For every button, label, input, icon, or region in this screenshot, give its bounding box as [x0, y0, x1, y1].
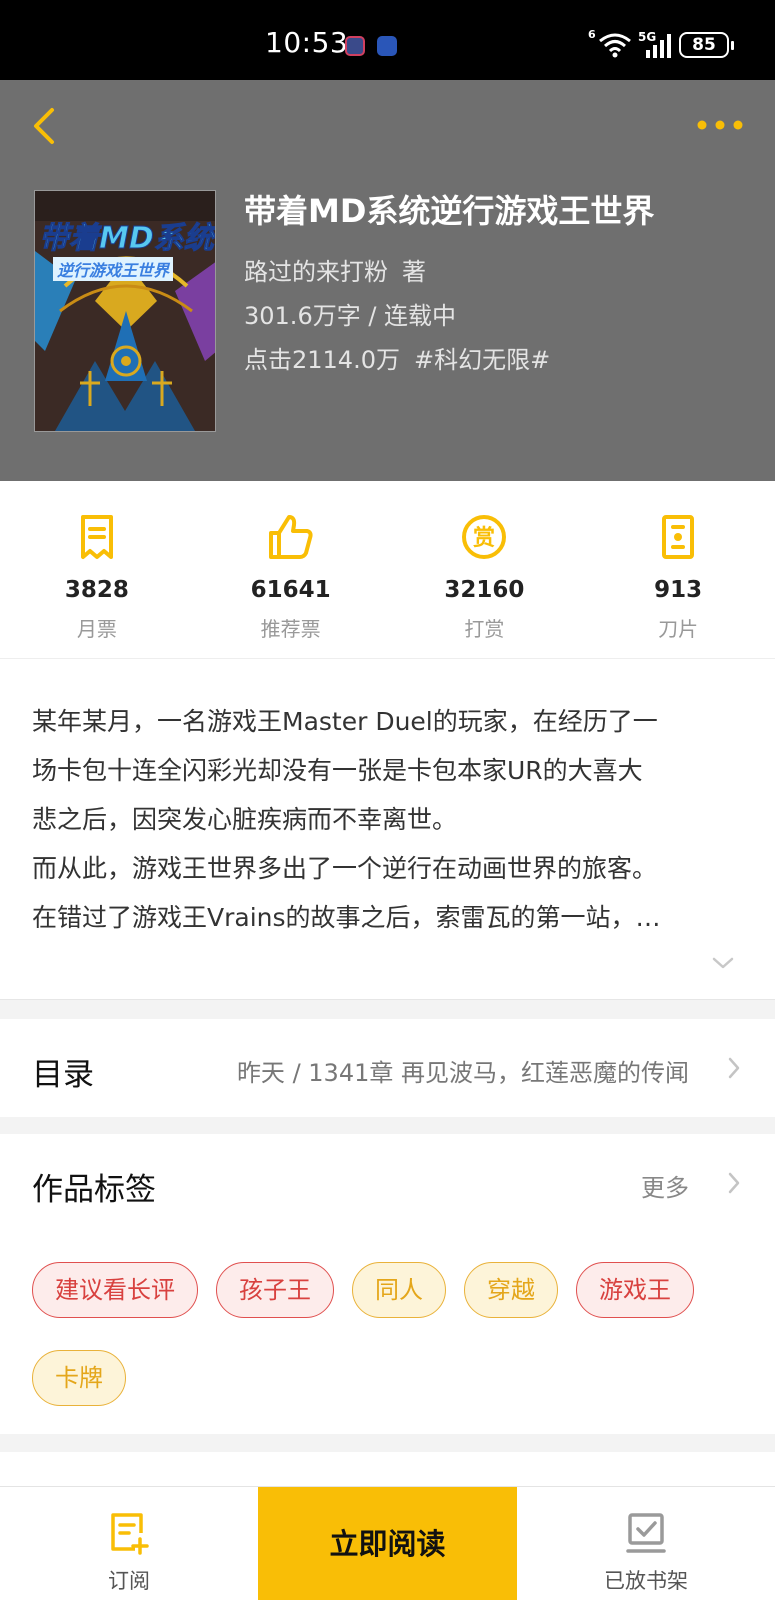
- network-number: 6: [588, 28, 596, 41]
- cover-title: 带着MD系统: [39, 221, 215, 257]
- tag-list: 建议看长评 孩子王 同人 穿越 游戏王 卡牌: [32, 1262, 752, 1406]
- stat-reward[interactable]: 赏 32160 打赏: [388, 481, 582, 658]
- latest-chapter: 昨天 / 1341章 再见波马，红莲恶魔的传闻: [236, 1059, 689, 1087]
- stat-value: 913: [654, 577, 703, 603]
- stat-value: 61641: [250, 577, 331, 603]
- book-author-line: 路过的来打粉著: [244, 252, 426, 287]
- stat-recommend-ticket[interactable]: 61641 推荐票: [194, 481, 388, 658]
- chevron-right-icon[interactable]: [727, 1171, 741, 1195]
- signal-icon: [646, 34, 671, 58]
- book-clicks: 点击2114.0万: [244, 346, 400, 374]
- book-clicks-line: 点击2114.0万 #科幻无限#: [244, 340, 550, 375]
- app-notification-icon: [345, 36, 365, 56]
- status-bar: 10:53 6 5G 85: [0, 0, 775, 80]
- tag-chip[interactable]: 孩子王: [216, 1262, 334, 1318]
- book-cover[interactable]: 带着MD系统 逆行游戏王世界: [34, 190, 216, 432]
- catalog-row[interactable]: 目录 昨天 / 1341章 再见波马，红莲恶魔的传闻: [0, 1019, 775, 1117]
- stat-label: 打赏: [464, 617, 505, 641]
- chevron-left-icon: [34, 108, 54, 144]
- stat-label: 刀片: [658, 617, 699, 641]
- tag-chip[interactable]: 游戏王: [576, 1262, 694, 1318]
- stat-label: 推荐票: [260, 617, 321, 641]
- more-dots-icon: [697, 120, 743, 130]
- monthly-ticket-icon: [80, 515, 113, 559]
- battery-indicator: 85: [679, 32, 734, 58]
- section-divider: [0, 999, 775, 1019]
- status-time: 10:53: [265, 26, 349, 59]
- section-divider: [0, 1117, 775, 1134]
- tag-chip[interactable]: 同人: [352, 1262, 446, 1318]
- back-button[interactable]: [26, 102, 66, 150]
- subscribe-button[interactable]: 订阅: [0, 1487, 258, 1600]
- reward-coin-icon: 赏: [462, 515, 507, 559]
- svg-text:赏: 赏: [473, 526, 495, 551]
- stat-monthly-ticket[interactable]: 3828 月票: [0, 481, 194, 658]
- bookshelf-button[interactable]: 已放书架: [517, 1487, 775, 1600]
- bookshelf-label: 已放书架: [604, 1569, 688, 1593]
- bookshelf-check-icon: [626, 1513, 666, 1553]
- stat-label: 月票: [76, 617, 117, 641]
- chevron-right-icon: [728, 1057, 740, 1079]
- chevron-down-icon: [712, 957, 734, 969]
- read-now-button[interactable]: 立即阅读: [258, 1487, 517, 1600]
- stat-blade[interactable]: 913 刀片: [581, 481, 775, 658]
- catalog-title: 目录: [32, 1057, 94, 1093]
- cover-subtitle: 逆行游戏王世界: [53, 257, 174, 281]
- author-suffix: 著: [402, 258, 426, 286]
- synopsis-line: 在错过了游戏王Vrains的故事之后，索雷瓦的第一站，…: [32, 903, 661, 932]
- synopsis-line: 场卡包十连全闪彩光却没有一张是卡包本家UR的大喜大: [32, 756, 643, 785]
- stat-value: 32160: [444, 577, 525, 603]
- expand-synopsis-button[interactable]: [711, 955, 735, 971]
- tag-chip[interactable]: 穿越: [464, 1262, 558, 1318]
- blade-card-icon: [662, 515, 695, 559]
- book-author[interactable]: 路过的来打粉: [244, 258, 388, 286]
- book-title: 带着MD系统逆行游戏王世界: [244, 192, 655, 230]
- synopsis-line: 悲之后，因突发心脏疾病而不幸离世。: [32, 805, 458, 834]
- subscribe-icon: [111, 1513, 149, 1555]
- bottom-action-bar: 订阅 立即阅读 已放书架: [0, 1486, 775, 1600]
- thumbs-up-icon: [268, 515, 313, 559]
- stat-value: 3828: [64, 577, 129, 603]
- book-category[interactable]: #科幻无限#: [414, 346, 550, 374]
- more-options-button[interactable]: [695, 112, 745, 138]
- tag-chip[interactable]: 卡牌: [32, 1350, 126, 1406]
- wifi-icon: [599, 33, 631, 58]
- book-header: 带着MD系统 逆行游戏王世界 带着MD系统逆行游戏王世界 路过的来打粉著 301…: [0, 80, 775, 481]
- book-word-count-status: 301.6万字 / 连载中: [244, 302, 457, 330]
- app-notification-icon: [377, 36, 397, 56]
- synopsis-text: 某年某月，一名游戏王Master Duel的玩家，在经历了一 场卡包十连全闪彩光…: [32, 697, 745, 942]
- subscribe-label: 订阅: [108, 1569, 150, 1593]
- tag-chip[interactable]: 建议看长评: [32, 1262, 198, 1318]
- tags-more-link[interactable]: 更多: [641, 1168, 689, 1203]
- tags-section: 作品标签 更多 建议看长评 孩子王 同人 穿越 游戏王 卡牌: [0, 1134, 775, 1434]
- synopsis[interactable]: 某年某月，一名游戏王Master Duel的玩家，在经历了一 场卡包十连全闪彩光…: [0, 659, 775, 999]
- section-divider: [0, 1434, 775, 1452]
- synopsis-line: 某年某月，一名游戏王Master Duel的玩家，在经历了一: [32, 707, 658, 736]
- synopsis-line: 而从此，游戏王世界多出了一个逆行在动画世界的旅客。: [32, 854, 658, 883]
- tags-title: 作品标签: [32, 1172, 156, 1208]
- stats-row: 3828 月票 61641 推荐票 赏 32160 打赏 913 刀片: [0, 481, 775, 659]
